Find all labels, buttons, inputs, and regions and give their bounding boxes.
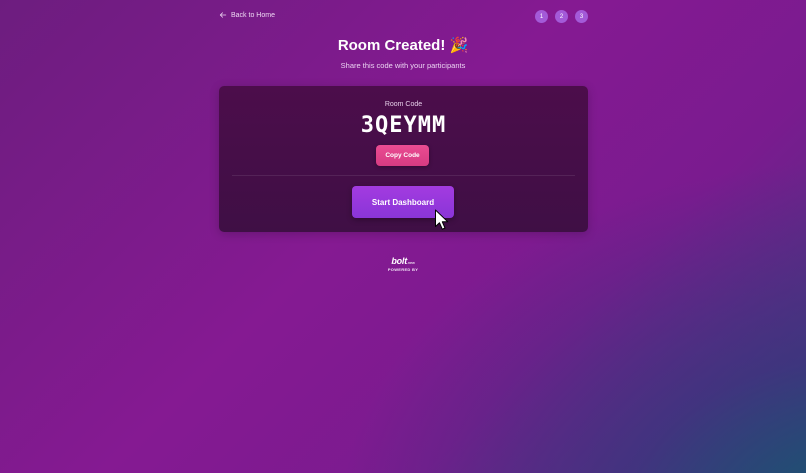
step-3: 3 — [575, 10, 588, 23]
page-subtitle: Share this code with your participants — [340, 61, 466, 70]
back-to-home-label: Back to Home — [231, 11, 275, 19]
page-title: Room Created! 🎉 — [337, 37, 469, 54]
step-indicator: 1 2 3 — [535, 10, 588, 23]
back-to-home-link[interactable]: Back to Home — [219, 11, 275, 19]
room-code-value: 3QEYMM — [360, 113, 447, 138]
powered-by-label: POWERED BY — [387, 267, 419, 272]
arrow-left-icon — [219, 12, 227, 18]
powered-by-bolt-badge[interactable]: bolt.new POWERED BY — [387, 257, 419, 273]
room-code-label: Room Code — [384, 101, 423, 108]
mouse-pointer-icon — [435, 209, 449, 230]
card-divider — [232, 175, 575, 176]
step-1: 1 — [535, 10, 548, 23]
bolt-logo: bolt.new — [391, 256, 415, 266]
room-code-card: Room Code 3QEYMM Copy Code Start Dashboa… — [219, 86, 588, 232]
step-2: 2 — [555, 10, 568, 23]
copy-code-button[interactable]: Copy Code — [376, 145, 429, 166]
